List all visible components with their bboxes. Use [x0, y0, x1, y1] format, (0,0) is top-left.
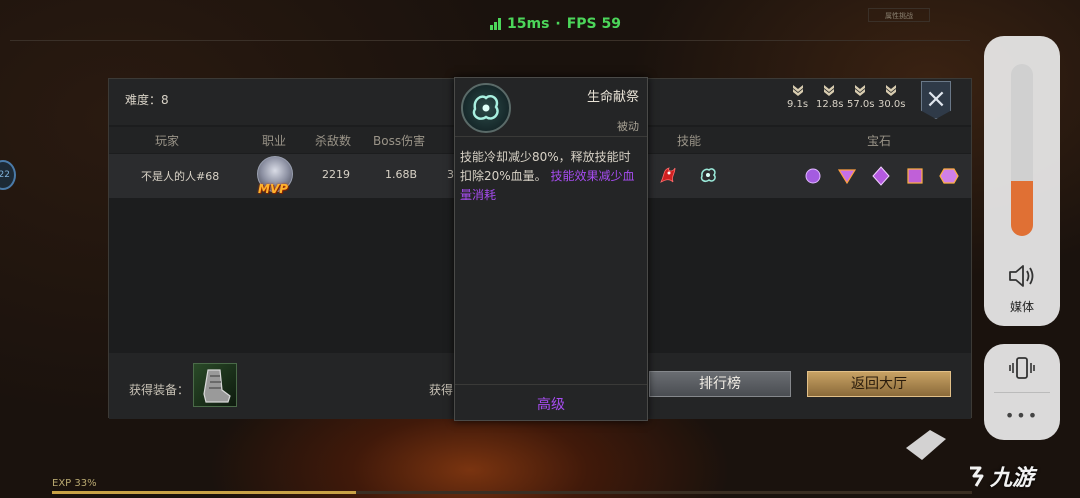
- tooltip-header: 生命献祭 被动: [455, 78, 647, 136]
- watermark-logo: 九游: [966, 460, 1034, 492]
- avatar-badge: 22: [0, 170, 10, 180]
- rank-time-3: 57.0s: [847, 83, 875, 110]
- divider: [994, 392, 1050, 393]
- signal-icon: [490, 18, 501, 30]
- gem-circle-icon[interactable]: [803, 166, 823, 186]
- rank-chevron-icon: [885, 85, 896, 96]
- rank-time-4: 30.0s: [878, 83, 906, 110]
- gem-hexagon-icon[interactable]: [939, 166, 959, 186]
- boots-icon: [203, 369, 231, 403]
- rank-time-text: 12.8s: [816, 99, 844, 110]
- mvp-badge: MVP: [258, 182, 289, 196]
- rank-chevron-icon: [792, 85, 803, 96]
- network-status: 15ms · FPS 59: [490, 16, 621, 32]
- volume-slider[interactable]: [1011, 64, 1033, 236]
- return-lobby-button[interactable]: 返回大厅: [807, 371, 951, 397]
- skill-grade: 高级: [537, 397, 565, 413]
- gem-diamond-icon[interactable]: [871, 166, 891, 186]
- skill-type: 被动: [617, 120, 639, 133]
- left-avatar[interactable]: 22: [0, 160, 16, 190]
- rank-time-2: 12.8s: [816, 83, 844, 110]
- difficulty-label: 难度：8: [125, 93, 169, 107]
- leaderboard-button[interactable]: 排行榜: [649, 371, 791, 397]
- speaker-icon[interactable]: [1006, 262, 1038, 290]
- exp-bar: [52, 491, 972, 494]
- rank-chevron-icon: [854, 85, 865, 96]
- top-tab[interactable]: 属性挑战: [868, 8, 930, 22]
- col-player: 玩家: [155, 134, 180, 148]
- top-divider: [10, 40, 970, 41]
- player-name: 不是人的人#68: [141, 170, 220, 183]
- rank-time-1: 9.1s: [785, 83, 810, 110]
- decorative-shape: [906, 430, 946, 460]
- ringer-panel: •••: [984, 344, 1060, 440]
- rank-time-text: 30.0s: [878, 99, 906, 110]
- divider: [455, 136, 647, 137]
- skill-tooltip: 生命献祭 被动 技能冷却减少80%，释放技能时扣除20%血量。 技能效果减少血量…: [454, 77, 648, 421]
- volume-panel: 媒体: [984, 36, 1060, 326]
- close-icon: ×: [925, 84, 947, 114]
- life-sacrifice-icon: [461, 83, 511, 133]
- latency-text: 15ms: [507, 16, 550, 32]
- rank-time-text: 9.1s: [786, 99, 809, 110]
- rank-time-text: 57.0s: [847, 99, 875, 110]
- more-options-icon[interactable]: •••: [984, 406, 1060, 425]
- col-skills: 技能: [677, 134, 702, 148]
- col-class: 职业: [262, 134, 287, 148]
- gem-triangle-icon[interactable]: [837, 166, 857, 186]
- col-boss-damage: Boss伤害: [373, 134, 426, 148]
- divider: [455, 384, 647, 385]
- equip-label: 获得装备：: [129, 383, 190, 397]
- gem-square-icon[interactable]: [905, 166, 925, 186]
- volume-fill: [1011, 180, 1033, 236]
- life-sacrifice-skill-icon[interactable]: [697, 164, 719, 186]
- dragon-skill-icon[interactable]: [657, 164, 679, 186]
- col-kills: 杀敌数: [315, 134, 352, 148]
- skill-name: 生命献祭: [586, 90, 639, 105]
- fps-text: FPS 59: [566, 16, 621, 32]
- vibrate-icon[interactable]: [1008, 354, 1036, 382]
- gem-list: [803, 166, 959, 186]
- obtain-label: 获得: [429, 383, 454, 397]
- boss-damage-value: 1.68B: [385, 168, 418, 181]
- exp-label: EXP 33%: [52, 478, 97, 489]
- rank-times: 9.1s 12.8s 57.0s 30.0s: [785, 83, 906, 110]
- kills-value: 2219: [322, 168, 350, 181]
- partial-value: 3: [447, 168, 454, 181]
- exp-fill: [52, 491, 356, 494]
- equipment-boots-icon[interactable]: [193, 363, 237, 407]
- separator-dot: ·: [555, 16, 561, 32]
- col-gems: 宝石: [867, 134, 892, 148]
- close-button[interactable]: ×: [921, 81, 951, 119]
- watermark-text: 九游: [990, 466, 1035, 491]
- rank-chevron-icon: [823, 85, 834, 96]
- skill-description: 技能冷却减少80%，释放技能时扣除20%血量。 技能效果减少血量消耗: [460, 148, 642, 205]
- class-avatar[interactable]: MVP: [254, 156, 296, 200]
- nine-game-logo-icon: [970, 466, 984, 487]
- media-label: 媒体: [1009, 300, 1034, 314]
